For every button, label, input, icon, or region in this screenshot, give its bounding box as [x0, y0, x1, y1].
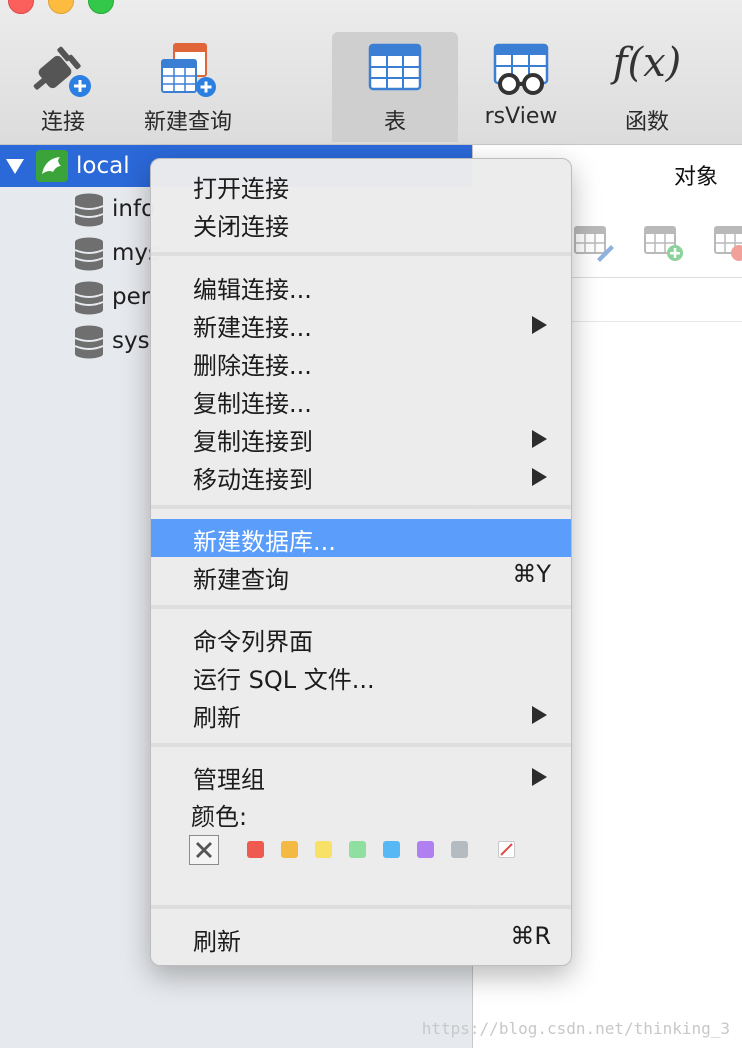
- menu-item-new-connection[interactable]: 新建连接...: [151, 305, 571, 343]
- menu-separator: [151, 505, 571, 509]
- toolbar-table-button[interactable]: 表: [332, 32, 458, 142]
- menu-item-label: 管理组: [193, 766, 265, 794]
- submenu-arrow-icon: [532, 316, 547, 334]
- menu-item-label: 运行 SQL 文件...: [193, 666, 375, 694]
- database-icon: [74, 281, 104, 315]
- toolbar-function-label: 函数: [624, 110, 669, 135]
- database-icon: [74, 325, 104, 359]
- toolbar-table-label: 表: [383, 110, 406, 135]
- menu-item-label: 复制连接到: [193, 428, 313, 456]
- database-name: per: [112, 284, 151, 310]
- submenu-arrow-icon: [532, 430, 547, 448]
- color-swatch-green[interactable]: [349, 841, 366, 858]
- color-swatch-gray[interactable]: [451, 841, 468, 858]
- menu-item-label: 打开连接: [193, 175, 289, 203]
- menu-item-refresh-submenu[interactable]: 刷新: [151, 695, 571, 733]
- submenu-arrow-icon: [532, 468, 547, 486]
- no-color-swatch[interactable]: [189, 835, 219, 865]
- database-name: info: [112, 196, 156, 222]
- menu-separator: [151, 605, 571, 609]
- menu-item-label: 新建数据库...: [193, 528, 336, 556]
- menu-item-refresh[interactable]: 刷新 ⌘R: [151, 919, 571, 957]
- menu-item-label: 复制连接...: [193, 390, 312, 418]
- menu-item-label: 删除连接...: [193, 352, 312, 380]
- toolbar-view-button[interactable]: rsView: [458, 32, 584, 142]
- delete-table-icon[interactable]: [713, 225, 742, 263]
- menu-separator: [151, 252, 571, 256]
- minimize-window-button[interactable]: [48, 0, 74, 14]
- toolbar-new-query-label: 新建查询: [143, 110, 232, 135]
- zoom-window-button[interactable]: [88, 0, 114, 14]
- color-swatch-orange[interactable]: [281, 841, 298, 858]
- submenu-arrow-icon: [532, 706, 547, 724]
- menu-item-label: 新建连接...: [193, 314, 312, 342]
- edit-table-icon[interactable]: [573, 225, 615, 263]
- mysql-dolphin-icon: [36, 150, 68, 182]
- color-swatch-red[interactable]: [247, 841, 264, 858]
- color-label: 颜色:: [191, 803, 248, 831]
- menu-item-open-connection[interactable]: 打开连接: [151, 166, 571, 204]
- menu-item-label: 关闭连接: [193, 213, 289, 241]
- toolbar-function-button[interactable]: f(x) 函数: [584, 32, 710, 142]
- toolbar-view-label: rsView: [484, 104, 558, 129]
- database-name: sys: [112, 328, 150, 354]
- menu-item-label: 移动连接到: [193, 466, 313, 494]
- menu-item-new-query[interactable]: 新建查询 ⌘Y: [151, 557, 571, 595]
- watermark: https://blog.csdn.net/thinking_3: [421, 1019, 730, 1038]
- disclosure-triangle-icon[interactable]: [6, 159, 24, 174]
- menu-item-move-connection-to[interactable]: 移动连接到: [151, 457, 571, 495]
- connection-name: local: [76, 153, 130, 179]
- submenu-arrow-icon: [532, 768, 547, 786]
- tab-objects[interactable]: 对象: [674, 159, 718, 191]
- menu-item-label: 刷新: [193, 704, 241, 732]
- function-icon: f(x): [612, 40, 682, 86]
- toolbar-connection-label: 连接: [40, 110, 85, 135]
- menu-item-close-connection[interactable]: 关闭连接: [151, 204, 571, 242]
- menu-item-manage-group[interactable]: 管理组: [151, 757, 571, 795]
- color-swatch-blue[interactable]: [383, 841, 400, 858]
- menu-item-new-database[interactable]: 新建数据库...: [151, 519, 571, 557]
- menu-item-label: 命令列界面: [193, 628, 313, 656]
- custom-color-icon: [500, 843, 513, 856]
- menu-item-label: 编辑连接...: [193, 276, 312, 304]
- menu-separator: [151, 743, 571, 747]
- menu-separator: [151, 905, 571, 909]
- color-swatch-purple[interactable]: [417, 841, 434, 858]
- custom-color-swatch[interactable]: [498, 841, 515, 858]
- main-toolbar: 连接 新建查询 表 rsView f(x) 函数: [0, 0, 742, 145]
- add-table-icon[interactable]: [643, 225, 685, 263]
- menu-item-console[interactable]: 命令列界面: [151, 619, 571, 657]
- database-icon: [74, 237, 104, 271]
- close-window-button[interactable]: [8, 0, 34, 14]
- menu-item-delete-connection[interactable]: 删除连接...: [151, 343, 571, 381]
- menu-item-duplicate-connection[interactable]: 复制连接...: [151, 381, 571, 419]
- shortcut-label: ⌘R: [510, 922, 551, 950]
- connection-context-menu: 打开连接 关闭连接 编辑连接... 新建连接... 删除连接... 复制连接..…: [150, 158, 572, 966]
- new-query-icon: [161, 43, 216, 97]
- menu-item-label: 刷新: [193, 928, 241, 956]
- close-icon: [196, 842, 212, 858]
- menu-item-label: 新建查询: [193, 566, 289, 594]
- connection-plug-icon: [33, 46, 91, 97]
- menu-item-edit-connection[interactable]: 编辑连接...: [151, 267, 571, 305]
- table-icon: [368, 43, 422, 91]
- database-icon: [74, 193, 104, 227]
- menu-item-copy-connection-to[interactable]: 复制连接到: [151, 419, 571, 457]
- view-icon: [493, 43, 549, 95]
- toolbar-connection-button[interactable]: 连接: [0, 32, 126, 142]
- color-swatch-yellow[interactable]: [315, 841, 332, 858]
- menu-item-run-sql-file[interactable]: 运行 SQL 文件...: [151, 657, 571, 695]
- shortcut-label: ⌘Y: [512, 560, 551, 588]
- toolbar-new-query-button[interactable]: 新建查询: [126, 32, 250, 142]
